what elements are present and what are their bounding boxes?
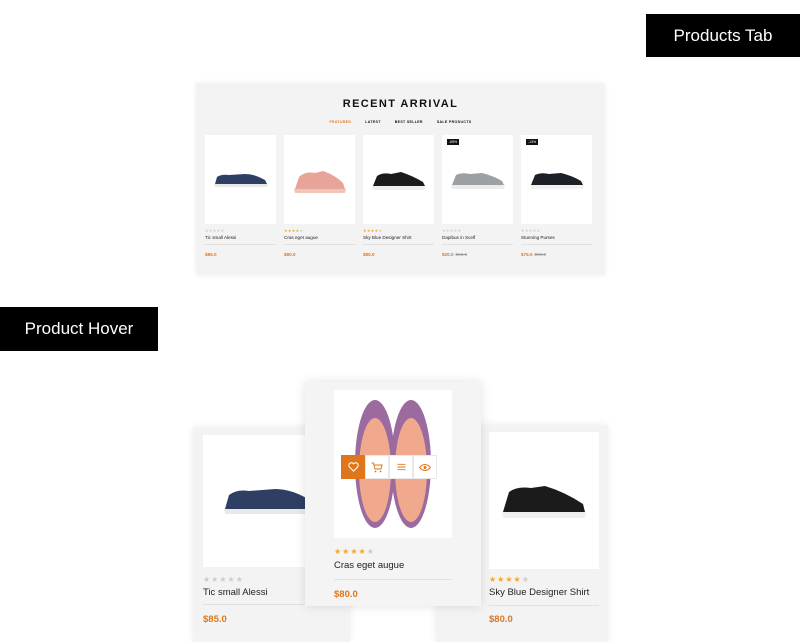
divider	[284, 244, 355, 245]
products-tab-label: Products Tab	[646, 14, 800, 57]
product-name[interactable]: Cras eget augue	[284, 235, 355, 240]
product-name[interactable]: Cras eget augue	[334, 560, 404, 571]
product-card[interactable]: -13% ★★★★★ Stunning Purses $75.0 $98.0	[521, 135, 592, 257]
product-image[interactable]	[284, 135, 355, 224]
rating-stars: ★★★★★	[521, 228, 541, 233]
rating-stars: ★★★★★	[203, 575, 244, 584]
quickview-icon	[419, 463, 431, 471]
navy-slipon-shoe-icon	[213, 173, 268, 187]
divider	[489, 605, 599, 606]
product-image[interactable]: -13%	[521, 135, 592, 224]
wishlist-button[interactable]	[341, 455, 365, 479]
divider	[442, 244, 513, 245]
product-image[interactable]: -65%	[442, 135, 513, 224]
product-price: $80.0	[284, 252, 296, 257]
rating-stars: ★★★★★	[442, 228, 462, 233]
product-price: $20.0 $65.0	[442, 252, 467, 257]
product-price: $75.0 $98.0	[521, 252, 546, 257]
divider	[205, 244, 276, 245]
black-lowtop-shoe-icon	[529, 172, 584, 189]
add-to-cart-button[interactable]	[365, 455, 389, 479]
black-sneaker-shoe-icon	[502, 485, 586, 518]
product-card[interactable]: ★★★★★ Sky Blue Designer Shirt $80.0	[363, 135, 434, 257]
compare-icon	[396, 463, 406, 471]
product-price: $80.0	[363, 252, 375, 257]
divider	[363, 244, 434, 245]
product-price: $85.0	[205, 252, 217, 257]
tab-latest[interactable]: LATEST	[365, 120, 381, 124]
quick-view-button[interactable]	[413, 455, 437, 479]
cart-icon	[371, 462, 383, 472]
rating-stars: ★★★★★	[489, 575, 530, 584]
rating-stars: ★★★★★	[205, 228, 225, 233]
product-price: $85.0	[203, 614, 227, 625]
product-hover-label: Product Hover	[0, 307, 158, 351]
product-card-hovered[interactable]: ★★★★★ Cras eget augue $80.0	[305, 382, 481, 606]
product-card[interactable]: ★★★★★ Tic small Alessi $85.0	[205, 135, 276, 257]
tab-featured[interactable]: FEATURED	[330, 120, 352, 124]
navy-slipon-shoe-icon	[224, 489, 314, 514]
discount-badge: -65%	[447, 139, 460, 145]
product-name[interactable]: Stunning Purses	[521, 235, 592, 240]
product-name[interactable]: Dapibus in Scelf	[442, 235, 513, 240]
product-price: $80.0	[334, 589, 358, 600]
black-sneaker-shoe-icon	[371, 171, 426, 190]
product-name[interactable]: Tic small Alessi	[205, 235, 276, 240]
divider	[334, 579, 452, 580]
product-name[interactable]: Tic small Alessi	[203, 587, 268, 598]
product-tabs: FEATURED LATEST BEST SELLER SALE PRODUCT…	[196, 120, 605, 124]
product-image[interactable]	[489, 432, 599, 569]
tab-best-seller[interactable]: BEST SELLER	[395, 120, 423, 124]
wishlist-icon	[347, 462, 359, 472]
rating-stars: ★★★★★	[363, 228, 383, 233]
pink-runner-shoe-icon	[293, 170, 346, 193]
rating-stars: ★★★★★	[334, 547, 375, 556]
recent-arrival-panel: RECENT ARRIVAL FEATURED LATEST BEST SELL…	[196, 83, 605, 275]
section-title: RECENT ARRIVAL	[342, 98, 459, 110]
grey-lowtop-shoe-icon	[450, 172, 505, 189]
divider	[521, 244, 592, 245]
compare-button[interactable]	[389, 455, 413, 479]
product-card[interactable]: -65% ★★★★★ Dapibus in Scelf $20.0 $65.0	[442, 135, 513, 257]
hover-actions	[341, 455, 437, 479]
tab-sale-products[interactable]: SALE PRODUCTS	[437, 120, 472, 124]
product-card[interactable]: ★★★★★ Cras eget augue $80.0	[284, 135, 355, 257]
rating-stars: ★★★★★	[284, 228, 304, 233]
product-name[interactable]: Sky Blue Designer Shirt	[363, 235, 434, 240]
discount-badge: -13%	[526, 139, 539, 145]
product-name[interactable]: Sky Blue Designer Shirt	[489, 587, 589, 598]
product-image[interactable]	[363, 135, 434, 224]
product-price: $80.0	[489, 614, 513, 625]
product-image[interactable]	[205, 135, 276, 224]
